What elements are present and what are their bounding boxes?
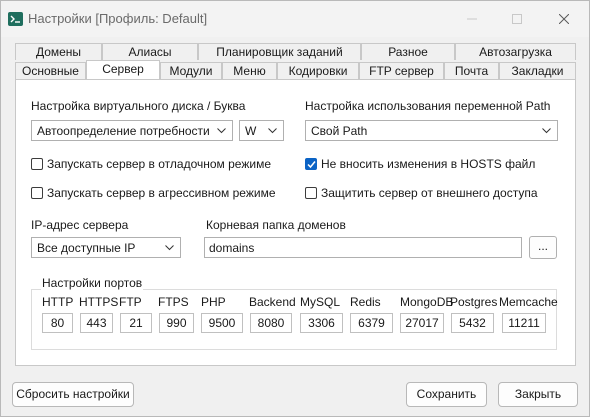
tab-modules[interactable]: Модули — [160, 62, 222, 79]
save-button[interactable]: Сохранить — [406, 382, 487, 407]
checkbox-box[interactable] — [31, 187, 43, 199]
port-label-mongodb: MongoDB — [400, 295, 454, 309]
chevron-down-icon — [165, 245, 174, 251]
drive-letter-value: W — [245, 124, 257, 138]
debug-mode-checkbox[interactable]: Запускать сервер в отладочном режиме — [31, 157, 271, 173]
protect-server-checkbox[interactable]: Защитить сервер от внешнего доступа — [305, 186, 545, 202]
vdisk-label: Настройка виртуального диска / Буква — [31, 99, 246, 113]
tab-server[interactable]: Сервер — [86, 60, 160, 81]
ip-label: IP-адрес сервера — [31, 218, 129, 232]
port-input-backend[interactable]: 8080 — [250, 313, 292, 333]
port-input-php[interactable]: 9500 — [201, 313, 243, 333]
port-label-ftps: FTPS — [158, 295, 189, 309]
checkbox-box[interactable] — [31, 158, 43, 170]
check-icon — [307, 161, 316, 169]
minimize-icon — [467, 18, 477, 20]
close-icon — [559, 14, 569, 24]
checkbox-box[interactable] — [305, 187, 317, 199]
tab-domains[interactable]: Домены — [15, 43, 102, 60]
port-label-http: HTTP — [42, 295, 74, 309]
port-label-php: PHP — [201, 295, 226, 309]
drive-letter-select[interactable]: W — [239, 120, 284, 141]
maximize-button[interactable] — [500, 1, 534, 37]
port-input-ftp[interactable]: 21 — [120, 313, 152, 333]
root-folder-label: Корневая папка доменов — [206, 218, 346, 232]
port-label-redis: Redis — [350, 295, 381, 309]
tab-ftp-server[interactable]: FTP сервер — [359, 62, 444, 79]
tab-row-back: Домены Алиасы Планировщик заданий Разное… — [15, 43, 576, 61]
tab-mail[interactable]: Почта — [444, 62, 499, 79]
tab-autostart[interactable]: Автозагрузка — [455, 43, 576, 60]
close-button[interactable]: Закрыть — [498, 382, 578, 407]
tab-encodings[interactable]: Кодировки — [277, 62, 359, 79]
path-label: Настройка использования переменной Path — [305, 99, 551, 113]
ip-select-value: Все доступные IP — [37, 241, 136, 255]
checkbox-box[interactable] — [305, 158, 317, 170]
tab-bookmarks[interactable]: Закладки — [499, 62, 576, 79]
title-bar: Настройки [Профиль: Default] — [1, 1, 589, 37]
ports-group-title: Настройки портов — [41, 276, 144, 290]
port-input-memcache[interactable]: 11211 — [502, 313, 546, 333]
path-select-value: Свой Path — [311, 124, 368, 138]
tab-row-front: Основные Сервер Модули Меню Кодировки FT… — [15, 60, 576, 81]
settings-window: Настройки [Профиль: Default] Домены Алиа… — [0, 0, 590, 417]
ip-select[interactable]: Все доступные IP — [31, 237, 181, 258]
window-title: Настройки [Профиль: Default] — [28, 11, 208, 26]
reset-settings-button[interactable]: Сбросить настройки — [12, 382, 134, 407]
tab-general[interactable]: Основные — [15, 62, 86, 79]
tab-aliases[interactable]: Алиасы — [102, 43, 198, 60]
port-input-http[interactable]: 80 — [42, 313, 73, 333]
port-input-postgres[interactable]: 5432 — [451, 313, 494, 333]
port-label-backend: Backend — [249, 295, 296, 309]
tab-menu[interactable]: Меню — [222, 62, 277, 79]
vdisk-select-value: Автоопределение потребности — [37, 124, 210, 138]
port-label-memcache: Memcache — [499, 295, 558, 309]
tab-scheduler[interactable]: Планировщик заданий — [198, 43, 361, 60]
path-select[interactable]: Свой Path — [305, 120, 558, 141]
port-label-https: HTTPS — [79, 295, 119, 309]
chevron-down-icon — [268, 128, 277, 134]
browse-button[interactable]: ... — [529, 236, 557, 259]
port-input-https[interactable]: 443 — [80, 313, 113, 333]
port-label-mysql: MySQL — [300, 295, 341, 309]
port-input-ftps[interactable]: 990 — [159, 313, 194, 333]
maximize-icon — [512, 14, 522, 24]
chevron-down-icon — [217, 128, 226, 134]
root-folder-input[interactable]: domains — [204, 237, 522, 258]
port-label-postgres: Postgres — [450, 295, 498, 309]
chevron-down-icon — [542, 128, 551, 134]
port-input-redis[interactable]: 6379 — [350, 313, 393, 333]
hosts-file-checkbox[interactable]: Не вносить изменения в HOSTS файл — [305, 157, 545, 173]
port-input-mongodb[interactable]: 27017 — [400, 313, 444, 333]
tab-misc[interactable]: Разное — [361, 43, 455, 60]
port-label-ftp: FTP — [119, 295, 142, 309]
port-input-mysql[interactable]: 3306 — [300, 313, 343, 333]
close-window-button[interactable] — [547, 1, 581, 37]
terminal-icon — [8, 12, 23, 26]
aggressive-mode-checkbox[interactable]: Запускать сервер в агрессивном режиме — [31, 186, 276, 202]
minimize-button[interactable] — [455, 1, 489, 37]
vdisk-select[interactable]: Автоопределение потребности — [31, 120, 233, 141]
